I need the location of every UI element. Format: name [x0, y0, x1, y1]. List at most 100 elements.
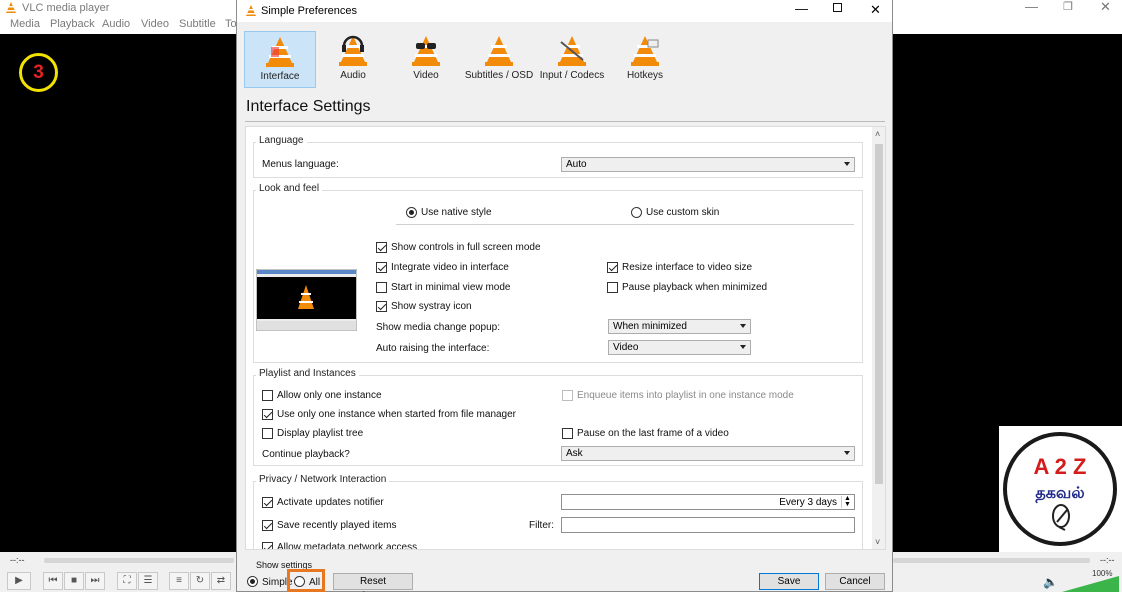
menu-playback[interactable]: Playback: [50, 18, 95, 30]
pause-last-frame-checkbox[interactable]: [562, 428, 573, 439]
settings-panel: Language Menus language: Auto Look and f…: [245, 126, 886, 550]
menu-audio[interactable]: Audio: [102, 18, 130, 30]
show-controls-checkbox[interactable]: [376, 242, 387, 253]
native-style-label: Use native style: [421, 207, 492, 218]
recent-items-label: Save recently played items: [277, 520, 397, 531]
scroll-down-icon[interactable]: ˅: [875, 537, 880, 547]
minimal-view-checkbox[interactable]: [376, 282, 387, 293]
next-icon: ⏭: [90, 575, 100, 586]
previous-button[interactable]: ⏮: [43, 572, 63, 590]
volume-slider[interactable]: [1062, 576, 1119, 592]
vlc-restore-icon[interactable]: ❐: [1063, 0, 1073, 13]
audio-cone-icon: [339, 35, 367, 66]
continue-select[interactable]: Ask: [561, 446, 855, 461]
tab-audio[interactable]: Audio: [317, 31, 389, 88]
menu-tools[interactable]: To: [225, 18, 237, 30]
filter-label: Filter:: [529, 520, 554, 531]
dialog-maximize-icon[interactable]: [833, 3, 842, 12]
menu-media[interactable]: Media: [10, 18, 40, 30]
group-privacy: Privacy / Network Interaction Activate u…: [253, 474, 863, 550]
vertical-scrollbar[interactable]: ˄ ˅: [872, 127, 885, 549]
updates-value: Every 3 days: [779, 497, 837, 508]
filter-input[interactable]: [561, 517, 855, 533]
systray-checkbox[interactable]: [376, 301, 387, 312]
simple-radio[interactable]: [247, 576, 258, 587]
menus-language-label: Menus language:: [262, 159, 339, 170]
raise-label: Auto raising the interface:: [376, 343, 490, 354]
tab-interface[interactable]: Interface: [244, 31, 316, 88]
spin-arrows-icon[interactable]: ▲ ▼: [841, 495, 853, 508]
resize-interface-label: Resize interface to video size: [622, 262, 753, 273]
tab-interface-label: Interface: [260, 71, 300, 82]
file-manager-label: Use only one instance when started from …: [277, 409, 517, 420]
volume-icon[interactable]: 🔈: [1043, 575, 1058, 589]
popup-select[interactable]: When minimized: [608, 319, 751, 334]
loop-icon: ↻: [195, 575, 205, 586]
tab-video-label: Video: [413, 70, 439, 81]
custom-skin-radio[interactable]: [631, 207, 642, 218]
popup-value: When minimized: [613, 321, 687, 332]
stop-button[interactable]: ■: [64, 572, 84, 590]
enqueue-checkbox[interactable]: [562, 390, 573, 401]
dialog-minimize-icon[interactable]: —: [795, 1, 808, 16]
remaining-time: --:--: [1100, 555, 1115, 565]
interface-cone-icon: [266, 37, 294, 67]
scroll-thumb[interactable]: [875, 144, 883, 484]
metadata-label: Allow metadata network access: [277, 542, 418, 550]
group-look-title: Look and feel: [256, 183, 323, 194]
integrate-video-checkbox[interactable]: [376, 262, 387, 273]
seek-slider-track[interactable]: [893, 558, 1090, 563]
save-button[interactable]: Save: [759, 573, 819, 590]
tab-subtitles-osd[interactable]: Subtitles / OSD: [463, 31, 535, 88]
file-manager-checkbox[interactable]: [262, 409, 273, 420]
show-controls-label: Show controls in full screen mode: [391, 242, 541, 253]
seek-slider[interactable]: [44, 558, 234, 563]
pause-last-frame-label: Pause on the last frame of a video: [577, 428, 729, 439]
a2z-logo: A 2 Z தகவல்: [999, 426, 1122, 552]
metadata-checkbox[interactable]: [262, 542, 273, 549]
playlist-icon: ≡: [176, 575, 182, 586]
fullscreen-button[interactable]: ⛶: [117, 572, 137, 590]
vlc-cone-icon: [246, 5, 256, 16]
vlc-close-icon[interactable]: ✕: [1100, 0, 1111, 15]
resize-interface-checkbox[interactable]: [607, 262, 618, 273]
next-button[interactable]: ⏭: [85, 572, 105, 590]
stop-icon: ■: [70, 575, 78, 586]
tab-hotkeys[interactable]: Hotkeys: [609, 31, 681, 88]
reset-preferences-button[interactable]: Reset Preferences: [333, 573, 413, 592]
group-language: Language Menus language: Auto: [253, 135, 863, 178]
vlc-minimize-icon[interactable]: —: [1025, 0, 1038, 14]
dialog-close-icon[interactable]: ✕: [870, 2, 881, 18]
play-button[interactable]: ▶: [7, 572, 31, 590]
codecs-cone-icon: [558, 36, 586, 66]
tab-input-codecs[interactable]: Input / Codecs: [536, 31, 608, 88]
enqueue-label: Enqueue items into playlist in one insta…: [577, 390, 794, 401]
menus-language-select[interactable]: Auto: [561, 157, 855, 172]
one-instance-checkbox[interactable]: [262, 390, 273, 401]
native-style-radio[interactable]: [406, 207, 417, 218]
all-radio[interactable]: [294, 576, 305, 587]
cancel-button[interactable]: Cancel: [825, 573, 885, 590]
updates-spinbox[interactable]: Every 3 days ▲ ▼: [561, 494, 855, 510]
loop-button[interactable]: ↻: [190, 572, 210, 590]
menu-subtitle[interactable]: Subtitle: [179, 18, 216, 30]
page-title: Interface Settings: [246, 98, 371, 115]
menu-video[interactable]: Video: [141, 18, 169, 30]
raise-select[interactable]: Video: [608, 340, 751, 355]
style-divider: [396, 224, 854, 225]
recent-items-checkbox[interactable]: [262, 520, 273, 531]
extended-settings-button[interactable]: ☰: [138, 572, 158, 590]
playlist-tree-checkbox[interactable]: [262, 428, 273, 439]
equalizer-icon: ☰: [143, 575, 153, 586]
updates-checkbox[interactable]: [262, 497, 273, 508]
pause-minimized-checkbox[interactable]: [607, 282, 618, 293]
tab-audio-label: Audio: [340, 70, 366, 81]
scroll-up-icon[interactable]: ˄: [875, 129, 880, 139]
continue-value: Ask: [566, 448, 583, 459]
continue-label: Continue playback?: [262, 449, 350, 460]
chevron-down-icon: [844, 451, 850, 455]
tab-video[interactable]: Video: [390, 31, 462, 88]
playlist-button[interactable]: ≡: [169, 572, 189, 590]
group-privacy-title: Privacy / Network Interaction: [256, 474, 390, 485]
shuffle-button[interactable]: ⇄: [211, 572, 231, 590]
